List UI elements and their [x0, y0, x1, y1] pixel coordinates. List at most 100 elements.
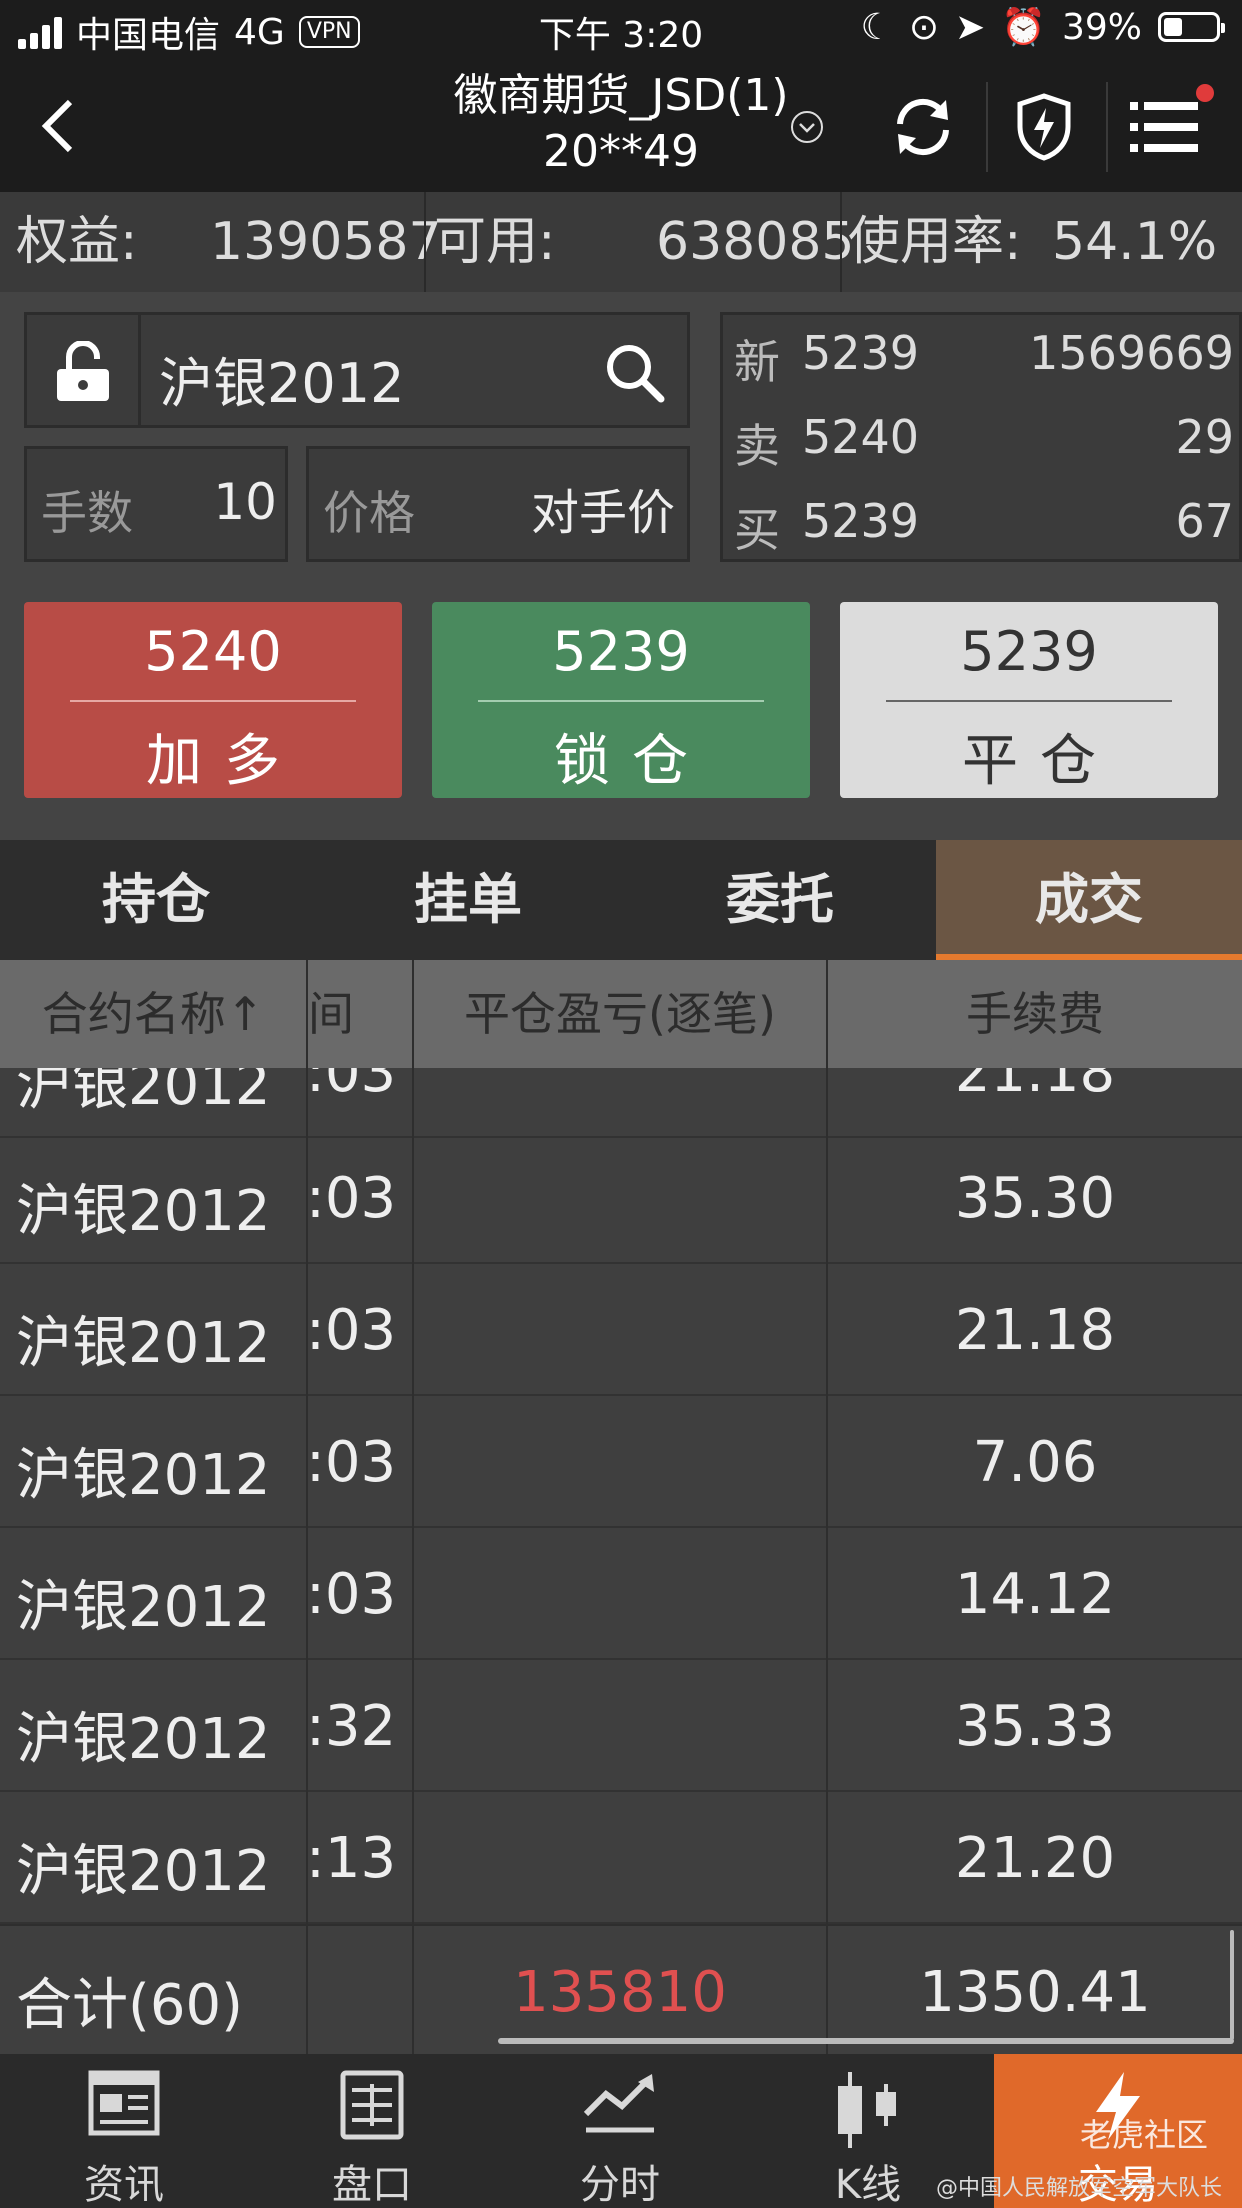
battery-icon — [1158, 12, 1225, 42]
lots-label: 手数 — [41, 486, 133, 540]
battery-percent: 39% — [1061, 6, 1142, 48]
lock-label: 锁仓 — [554, 729, 710, 794]
fee-cell: 14.12 — [954, 1562, 1116, 1627]
nav-news[interactable]: 资讯 — [0, 2054, 248, 2208]
contract-cell: 沪银2012 — [16, 1068, 271, 1118]
news-icon — [88, 2070, 160, 2136]
usage-value: 54.1% — [1052, 212, 1218, 272]
header-fee[interactable]: 手续费 — [828, 960, 1242, 1068]
time-cell: :03 — [306, 1430, 397, 1495]
time-cell: :03 — [306, 1562, 397, 1627]
header-contract[interactable]: 合约名称↑ — [0, 960, 306, 1068]
time-cell: :03 — [306, 1298, 397, 1363]
table-row[interactable]: 沪银2012 :03 14.12 — [0, 1528, 1242, 1660]
divider — [70, 700, 356, 702]
total-label: 合计(60) — [16, 1973, 243, 2038]
chevron-down-icon[interactable] — [790, 110, 824, 144]
lots-field[interactable]: 手数 10 — [24, 446, 288, 562]
moon-icon: ☾ — [860, 6, 893, 48]
lock-toggle[interactable] — [27, 315, 141, 425]
fee-cell: 21.18 — [954, 1298, 1116, 1363]
horizontal-scrollbar[interactable] — [498, 2038, 1234, 2044]
price-field[interactable]: 价格 对手价 — [306, 446, 690, 562]
available-value: 638085 — [656, 212, 855, 272]
quote-bid: 买 5239 67 — [734, 480, 1234, 564]
total-pnl: 135810 — [513, 1960, 727, 2025]
column-divider — [826, 960, 828, 2054]
trend-icon — [583, 2074, 654, 2133]
contract-cell: 沪银2012 — [16, 1443, 271, 1508]
divider — [840, 192, 842, 292]
quote-volume: 67 — [1175, 494, 1234, 548]
table-row[interactable]: 沪银2012 :32 35.33 — [0, 1660, 1242, 1792]
price-type[interactable]: 对手价 — [531, 473, 675, 543]
time-cell: :32 — [306, 1694, 397, 1759]
equity-value: 1390587 — [210, 212, 442, 272]
tab-bar: 持仓 挂单 委托 成交 — [0, 840, 1242, 960]
contract-cell: 沪银2012 — [16, 1311, 271, 1376]
tab-trades[interactable]: 成交 — [936, 840, 1242, 960]
quote-price: 5239 — [802, 326, 920, 380]
column-divider — [306, 1924, 308, 2054]
candlestick-icon — [838, 2072, 896, 2148]
nav-bar: 徽商期货_JSD(1) 20**49 — [0, 62, 1242, 192]
table-row[interactable]: 沪银2012 :03 35.30 — [0, 1132, 1242, 1264]
buy-long-button[interactable]: 5240 加多 — [24, 602, 402, 798]
nav-intraday[interactable]: 分时 — [496, 2054, 744, 2208]
nav-divider — [1106, 82, 1108, 172]
quote-ask: 卖 5240 29 — [734, 396, 1234, 480]
fee-cell: 35.33 — [954, 1694, 1116, 1759]
quote-key: 卖 — [734, 419, 780, 473]
time-cell: :13 — [306, 1826, 397, 1891]
fee-cell: 21.20 — [954, 1826, 1116, 1891]
nav-divider — [986, 82, 988, 172]
quote-price: 5239 — [802, 494, 920, 548]
tab-orders[interactable]: 委托 — [624, 840, 936, 960]
nav-label: 盘口 — [332, 2162, 412, 2208]
table-row[interactable]: 沪银2012 :03 21.18 — [0, 1068, 1242, 1138]
column-divider — [826, 1924, 828, 2054]
column-divider — [412, 960, 414, 2054]
lock-position-button[interactable]: 5239 锁仓 — [432, 602, 810, 798]
quote-volume: 29 — [1175, 410, 1234, 464]
contract-input[interactable]: 沪银2012 — [159, 339, 404, 418]
trades-table-body[interactable]: 沪银2012 :03 21.18 沪银2012 :03 35.30 沪银2012… — [0, 1068, 1242, 1924]
status-right: ☾ ⊙ ➤ ⏰ 39% — [860, 6, 1225, 48]
fee-cell: 7.06 — [972, 1430, 1098, 1495]
table-row[interactable]: 沪银2012 :03 21.18 — [0, 1264, 1242, 1396]
search-icon[interactable] — [603, 341, 665, 403]
fee-cell: 21.18 — [954, 1068, 1116, 1105]
tab-positions[interactable]: 持仓 — [0, 840, 312, 960]
price-label: 价格 — [323, 486, 415, 540]
vertical-scrollbar[interactable] — [1230, 1930, 1234, 2040]
nav-label: 分时 — [580, 2162, 660, 2208]
header-time[interactable]: 间 — [308, 960, 412, 1068]
watermark-user: @中国人民解放军空军大队长 — [936, 2176, 1223, 2201]
table-row[interactable]: 沪银2012 :03 7.06 — [0, 1396, 1242, 1528]
tab-pending[interactable]: 挂单 — [312, 840, 624, 960]
lock-price: 5239 — [552, 620, 690, 683]
status-bar: 中国电信 4G VPN 下午 3:20 ☾ ⊙ ➤ ⏰ 39% — [0, 0, 1242, 62]
table-header: 合约名称↑ 间 平仓盈亏(逐笔) 手续费 — [0, 960, 1242, 1068]
contract-search-box[interactable]: 沪银2012 — [24, 312, 690, 428]
column-divider — [306, 960, 308, 2054]
unlock-icon — [57, 341, 109, 401]
orderbook-icon — [340, 2070, 404, 2140]
refresh-icon[interactable] — [890, 94, 956, 160]
nav-orderbook[interactable]: 盘口 — [248, 2054, 496, 2208]
menu-icon[interactable] — [1130, 98, 1198, 156]
shield-icon[interactable] — [1016, 92, 1072, 162]
quote-volume: 1569669 — [1029, 326, 1234, 380]
time-cell: :03 — [306, 1166, 397, 1231]
lots-value[interactable]: 10 — [213, 473, 277, 531]
buy-label: 加多 — [146, 729, 302, 794]
alarm-icon: ⏰ — [1001, 7, 1046, 48]
time-cell: :03 — [306, 1068, 397, 1105]
close-position-button[interactable]: 5239 平仓 — [840, 602, 1218, 798]
location-icon: ➤ — [954, 6, 986, 48]
account-summary: 权益: 1390587 可用: 638085 使用率: 54.1% — [0, 192, 1242, 292]
table-row[interactable]: 沪银2012 :13 21.20 — [0, 1792, 1242, 1924]
header-close-pnl[interactable]: 平仓盈亏(逐笔) — [414, 960, 826, 1068]
divider — [886, 700, 1172, 702]
contract-cell: 沪银2012 — [16, 1179, 271, 1244]
